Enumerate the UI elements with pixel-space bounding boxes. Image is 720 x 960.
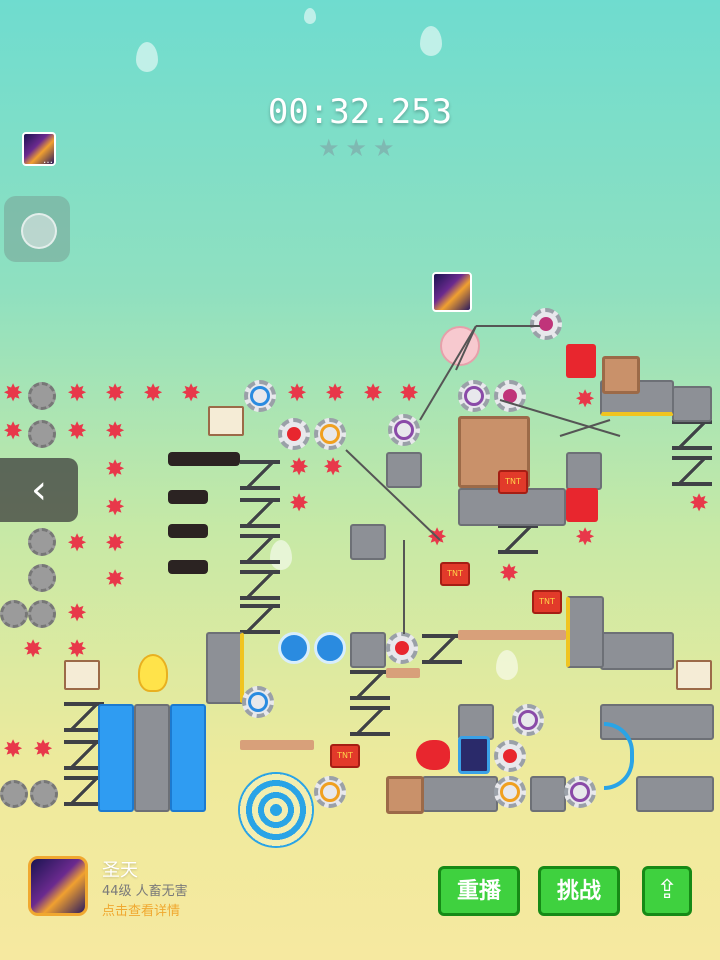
replay-button[interactable]: 重播 <box>438 866 520 916</box>
rope-lines <box>345 325 621 634</box>
share-icon: ⇪ <box>656 875 678 905</box>
user-avatar[interactable] <box>28 856 88 916</box>
challenge-button[interactable]: 挑战 <box>538 866 620 916</box>
user-name: 圣天 <box>102 860 138 881</box>
share-button[interactable]: ⇪ <box>642 866 692 916</box>
view-details-link[interactable]: 点击查看详情 <box>102 900 180 919</box>
user-level-title: 44级 人畜无害 <box>102 884 188 899</box>
